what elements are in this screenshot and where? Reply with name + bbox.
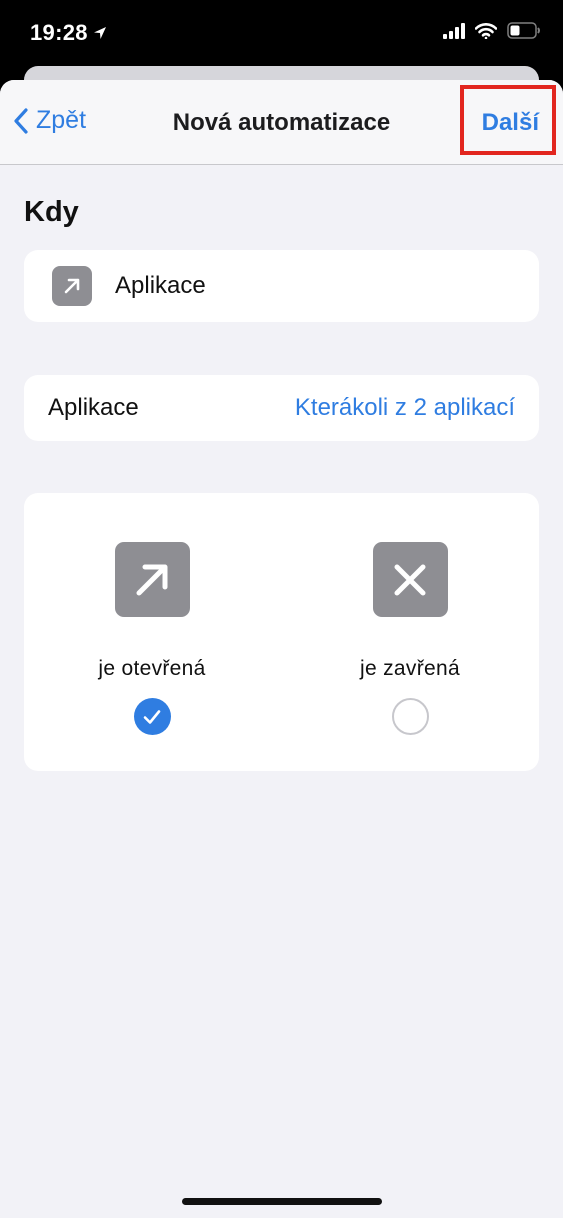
apps-row-value[interactable]: Kterákoli z 2 aplikací xyxy=(295,394,515,422)
navigation-bar: Zpět Nová automatizace Další xyxy=(0,80,563,165)
status-bar: 19:28 xyxy=(0,0,563,66)
trigger-row[interactable]: Aplikace xyxy=(24,250,539,322)
status-time: 19:28 xyxy=(30,20,88,45)
section-title: Kdy xyxy=(24,196,79,228)
chevron-left-icon xyxy=(14,107,28,134)
arrow-up-right-icon xyxy=(52,266,92,306)
screen: 19:28 Zpět Nová automatizace Další Kdy A… xyxy=(0,0,563,1218)
location-arrow-icon xyxy=(93,27,106,39)
automation-sheet: Zpět Nová automatizace Další Kdy Aplikac… xyxy=(0,80,563,1218)
arrow-up-right-icon xyxy=(114,542,190,617)
wifi-icon xyxy=(475,22,497,39)
app-state-card: je otevřená je zavřená xyxy=(24,493,539,771)
battery-icon xyxy=(507,22,540,39)
x-icon xyxy=(372,542,448,617)
back-button-label: Zpět xyxy=(36,106,87,134)
option-label: je otevřená xyxy=(98,657,206,680)
status-time-group: 19:28 xyxy=(30,20,108,46)
checkmark-icon xyxy=(143,709,161,724)
apps-row-label: Aplikace xyxy=(48,394,139,421)
radio-unselected[interactable] xyxy=(391,698,429,735)
home-indicator[interactable] xyxy=(182,1198,382,1205)
apps-row[interactable]: Aplikace Kterákoli z 2 aplikací xyxy=(24,375,539,441)
option-label: je zavřená xyxy=(360,657,460,680)
option-is-closed[interactable]: je zavřená xyxy=(310,542,510,735)
back-button[interactable]: Zpět xyxy=(12,106,86,135)
highlight-annotation xyxy=(460,85,556,155)
radio-selected[interactable] xyxy=(133,698,171,735)
cellular-signal-icon xyxy=(443,22,465,39)
status-icons xyxy=(443,22,541,39)
trigger-label: Aplikace xyxy=(115,272,206,299)
option-is-opened[interactable]: je otevřená xyxy=(52,542,252,735)
